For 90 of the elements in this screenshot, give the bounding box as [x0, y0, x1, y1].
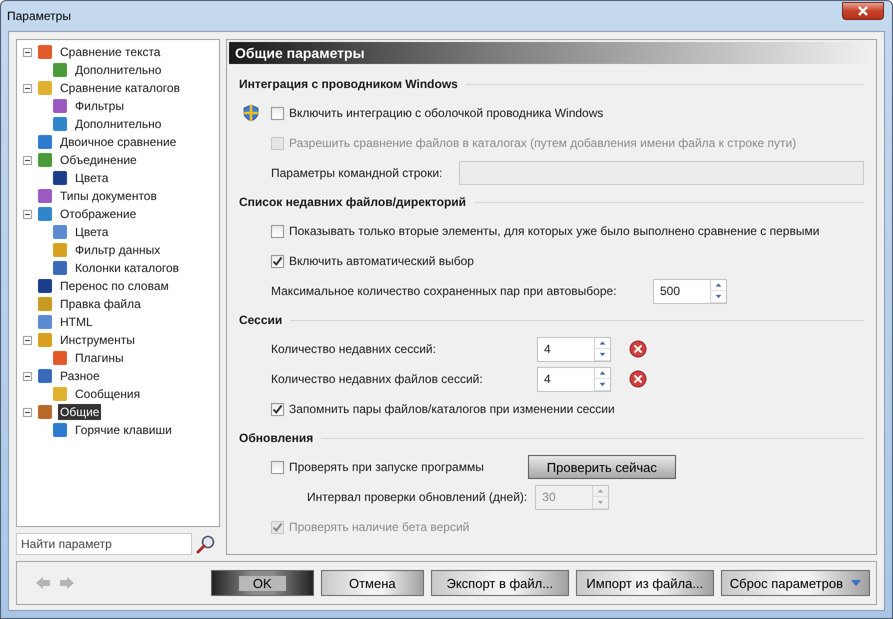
tile-icon — [53, 117, 67, 131]
dialog-button[interactable]: Импорт из файла... — [576, 570, 714, 596]
dialog-button[interactable]: Экспорт в файл... — [430, 570, 569, 596]
field-label: Количество недавних сессий: — [271, 342, 437, 356]
dialog-button[interactable]: Сброс параметров — [720, 570, 870, 596]
checkbox-label: Разрешить сравнение файлов в каталогах (путем добавления имени файла к строке пути) — [289, 136, 796, 150]
section-title: Список недавних файлов/директорий — [239, 195, 466, 209]
checked-checkbox[interactable] — [271, 254, 284, 268]
checkbox-label: Показывать только вторые элементы, для которых уже было выполнено сравнение с первыми — [289, 224, 820, 238]
tile-icon — [38, 135, 52, 149]
tree-item[interactable]: Сообщения — [73, 386, 142, 402]
tree-item[interactable]: Цвета — [73, 170, 110, 186]
collapse-toggle[interactable] — [23, 84, 32, 92]
tile-icon — [38, 45, 52, 59]
tree-item[interactable]: Цвета — [73, 224, 110, 240]
spin-field[interactable]: 500 — [653, 278, 727, 304]
tree-item[interactable]: Перенос по словам — [58, 278, 171, 294]
section-title: Сессии — [239, 313, 282, 327]
close-icon — [857, 6, 869, 16]
checkbox-label: Проверять наличие бета версий — [289, 520, 470, 534]
tree-item[interactable]: Плагины — [73, 350, 126, 366]
tree-item[interactable]: HTML — [58, 314, 95, 330]
shield-icon — [243, 104, 259, 122]
tree-item[interactable]: Правка файла — [58, 296, 143, 312]
collapse-toggle[interactable] — [23, 210, 32, 218]
tree-item[interactable]: Горячие клавиши — [73, 422, 174, 438]
tree-item[interactable]: Разное — [58, 368, 102, 384]
checked-checkbox[interactable] — [271, 402, 284, 416]
tile-icon — [38, 189, 52, 203]
tile-icon — [38, 369, 52, 383]
section-title: Обновления — [239, 431, 314, 445]
checkbox[interactable] — [271, 224, 284, 238]
field-label: Максимальное количество сохраненных пар при автовыборе: — [271, 284, 618, 298]
tree-item[interactable]: Колонки каталогов — [73, 260, 182, 276]
tile-icon — [38, 153, 52, 167]
checkbox-label: Запомнить пары файлов/каталогов при изменении сессии — [289, 402, 615, 416]
tile-icon — [53, 261, 67, 275]
tree-item[interactable]: Двоичное сравнение — [58, 134, 178, 150]
tile-icon — [53, 351, 67, 365]
tile-icon — [53, 423, 67, 437]
spin-field[interactable]: 4 — [537, 366, 611, 392]
tile-icon — [38, 279, 52, 293]
tree-item[interactable]: Отображение — [58, 206, 138, 222]
tile-icon — [53, 99, 67, 113]
tree-item[interactable]: Сравнение текста — [58, 44, 162, 60]
field-label: Параметры командной строки: — [271, 166, 444, 180]
tile-icon — [38, 333, 52, 347]
close-button[interactable] — [842, 2, 884, 20]
tile-icon — [53, 171, 67, 185]
checkbox[interactable] — [271, 106, 284, 120]
tile-icon — [53, 387, 67, 401]
tree-item[interactable]: Дополнительно — [73, 116, 164, 132]
tree-item[interactable]: Сравнение каталогов — [58, 80, 182, 96]
tile-icon — [38, 81, 52, 95]
dialog-button[interactable]: OK — [210, 570, 314, 596]
checkbox-label: Проверять при запуске программы — [289, 460, 484, 474]
collapse-toggle[interactable] — [23, 48, 32, 56]
delete-icon[interactable] — [629, 370, 647, 388]
collapse-toggle[interactable] — [23, 336, 32, 344]
search-icon[interactable] — [196, 534, 216, 554]
dialog-button[interactable]: Отмена — [320, 570, 424, 596]
checkbox-label: Включить автоматический выбор — [289, 254, 474, 268]
checkbox[interactable] — [271, 460, 284, 474]
tile-icon — [38, 315, 52, 329]
window-title: Параметры — [7, 9, 71, 23]
delete-icon[interactable] — [629, 340, 647, 358]
tile-icon — [53, 243, 67, 257]
tile-icon — [38, 207, 52, 221]
field-label: Интервал проверки обновлений (дней): — [307, 490, 528, 504]
tree-item[interactable]: Типы документов — [58, 188, 159, 204]
tree-item[interactable]: Инструменты — [58, 332, 137, 348]
tree-item[interactable]: Фильтры — [73, 98, 126, 114]
check-now-button[interactable]: Проверить сейчас — [528, 455, 676, 479]
tree-item[interactable]: Фильтр данных — [73, 242, 162, 258]
tree-item[interactable]: Общие — [58, 404, 102, 420]
section-title: Интеграция с проводником Windows — [239, 77, 458, 91]
tree-item[interactable]: Дополнительно — [73, 62, 164, 78]
tile-icon — [38, 405, 52, 419]
field-label: Количество недавних файлов сессий: — [271, 372, 484, 386]
tile-icon — [38, 297, 52, 311]
tile-icon — [53, 63, 67, 77]
spin-field[interactable]: 4 — [537, 336, 611, 362]
tree-item[interactable]: Объединение — [58, 152, 139, 168]
tile-icon — [53, 225, 67, 239]
search-field[interactable]: Найти параметр — [16, 533, 192, 555]
checkbox-label: Включить интеграцию с оболочкой проводника Windows — [289, 106, 604, 120]
dropdown-arrow-icon[interactable] — [851, 580, 861, 586]
collapse-toggle[interactable] — [23, 408, 32, 416]
collapse-toggle[interactable] — [23, 372, 32, 380]
collapse-toggle[interactable] — [23, 156, 32, 164]
